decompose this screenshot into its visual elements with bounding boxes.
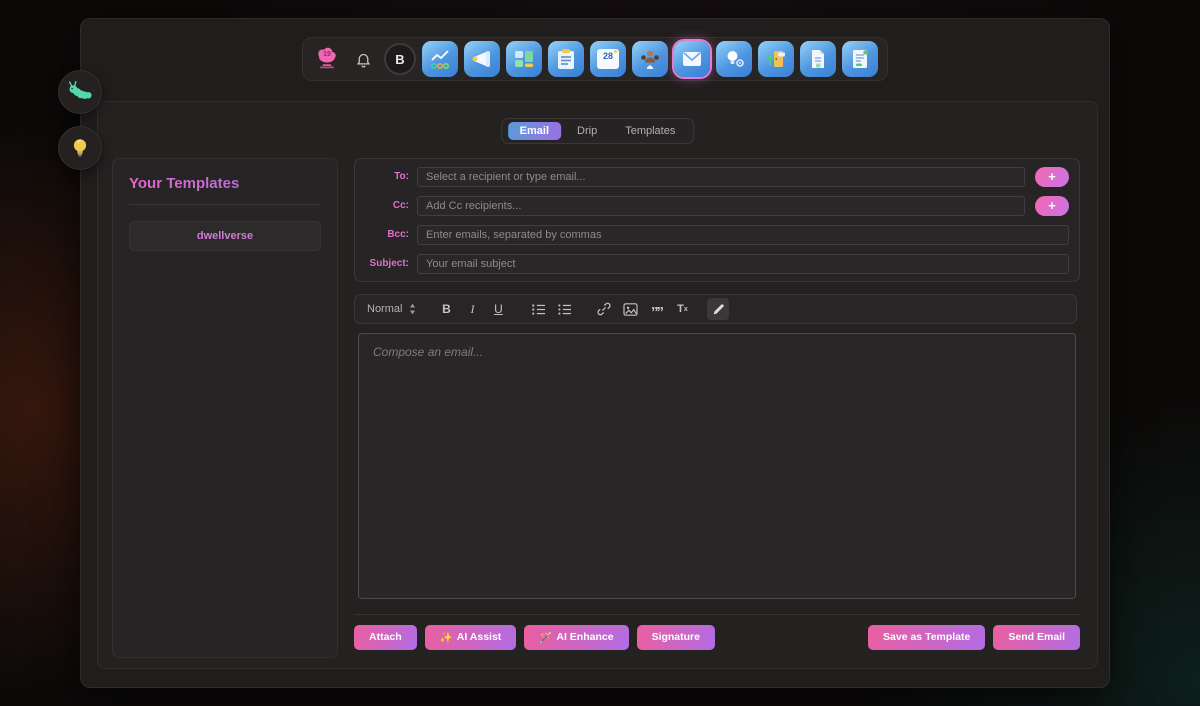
bold-button[interactable]: B xyxy=(435,298,457,320)
add-recipient-button[interactable]: + xyxy=(1035,167,1069,187)
kanban-icon xyxy=(512,47,536,71)
user-avatar-button[interactable]: B xyxy=(384,43,416,75)
underline-button[interactable]: U xyxy=(487,298,509,320)
bcc-input[interactable] xyxy=(417,225,1069,245)
composer-tabs: Email Drip Templates xyxy=(501,118,695,144)
compose-body xyxy=(358,333,1076,599)
lightbulb-gear-icon xyxy=(722,47,746,71)
caterpillar-assistant-button[interactable] xyxy=(58,70,102,114)
bullet-list-icon xyxy=(557,303,572,316)
ai-assist-button[interactable]: ✨ AI Assist xyxy=(425,625,517,650)
subject-label: Subject: xyxy=(355,258,409,269)
app-icon-documents[interactable] xyxy=(800,41,836,77)
sparkles-icon: ✨ xyxy=(440,631,453,644)
door-arrow-icon xyxy=(764,47,788,71)
app-icon-moves[interactable] xyxy=(758,41,794,77)
bullet-list-button[interactable] xyxy=(553,298,575,320)
clipboard-icon xyxy=(554,47,578,71)
send-email-button[interactable]: Send Email xyxy=(993,625,1080,650)
caterpillar-icon xyxy=(65,77,95,107)
brain-icon xyxy=(313,45,341,73)
attach-button[interactable]: Attach xyxy=(354,625,417,650)
document-icon xyxy=(806,47,830,71)
family-icon xyxy=(638,47,662,71)
sidebar-divider xyxy=(129,204,321,205)
tab-templates[interactable]: Templates xyxy=(613,122,687,140)
ideas-lightbulb-button[interactable] xyxy=(58,126,102,170)
app-icon-invoices[interactable] xyxy=(842,41,878,77)
envelope-icon xyxy=(680,47,704,71)
recipient-fields: To: + Cc: + Bcc: Subject: xyxy=(354,158,1080,282)
megaphone-icon xyxy=(470,47,494,71)
to-row: To: + xyxy=(355,162,1079,191)
app-icon-ideas[interactable] xyxy=(716,41,752,77)
add-cc-button[interactable]: + xyxy=(1035,196,1069,216)
blockquote-button[interactable]: ”” xyxy=(645,298,667,320)
notifications-bell-button[interactable] xyxy=(348,44,378,74)
image-icon xyxy=(623,303,638,316)
cc-row: Cc: + xyxy=(355,191,1079,220)
bcc-label: Bcc: xyxy=(355,229,409,240)
subject-input[interactable] xyxy=(417,254,1069,274)
app-window: 19 B xyxy=(80,18,1110,688)
to-input[interactable] xyxy=(417,167,1025,187)
sort-arrows-icon xyxy=(408,303,417,315)
link-button[interactable] xyxy=(593,298,615,320)
app-icon-analytics[interactable] xyxy=(422,41,458,77)
pen-button[interactable] xyxy=(707,298,729,320)
compose-textarea[interactable] xyxy=(359,334,1075,598)
tab-drip[interactable]: Drip xyxy=(565,122,609,140)
save-as-template-button[interactable]: Save as Template xyxy=(868,625,985,650)
cc-label: Cc: xyxy=(355,200,409,211)
insert-image-button[interactable] xyxy=(619,298,641,320)
magic-wand-icon: 🪄 xyxy=(539,631,552,644)
analytics-icon xyxy=(428,47,452,71)
app-icon-marketing[interactable] xyxy=(464,41,500,77)
calendar-icon: 28 xyxy=(597,49,619,69)
tab-email[interactable]: Email xyxy=(508,122,561,140)
link-icon xyxy=(597,302,611,316)
email-workspace-panel: Email Drip Templates Your Templates dwel… xyxy=(97,101,1098,669)
pen-icon xyxy=(712,303,725,316)
composer-footer: Attach ✨ AI Assist 🪄 AI Enhance Signatur… xyxy=(354,624,1080,650)
editor-toolbar: Normal B I U xyxy=(354,294,1077,324)
ordered-list-button[interactable] xyxy=(527,298,549,320)
receipt-icon xyxy=(848,47,872,71)
format-label: Normal xyxy=(367,303,402,315)
clear-formatting-button[interactable]: Tx xyxy=(671,298,693,320)
subject-row: Subject: xyxy=(355,249,1079,278)
ordered-list-icon xyxy=(531,303,546,316)
bell-icon xyxy=(355,51,372,68)
signature-button[interactable]: Signature xyxy=(637,625,715,650)
ai-brain-button[interactable]: 19 xyxy=(312,44,342,74)
to-label: To: xyxy=(355,171,409,182)
bcc-row: Bcc: xyxy=(355,220,1079,249)
format-dropdown[interactable]: Normal xyxy=(367,303,417,315)
app-dock: 19 B xyxy=(302,37,888,81)
app-icon-tasks[interactable] xyxy=(548,41,584,77)
app-icon-board[interactable] xyxy=(506,41,542,77)
templates-sidebar: Your Templates dwellverse xyxy=(112,158,338,658)
template-item-dwellverse[interactable]: dwellverse xyxy=(129,221,321,251)
cc-input[interactable] xyxy=(417,196,1025,216)
avatar-initial: B xyxy=(395,52,404,67)
app-icon-email[interactable] xyxy=(674,41,710,77)
footer-divider xyxy=(354,614,1080,615)
app-icon-contacts[interactable] xyxy=(632,41,668,77)
italic-button[interactable]: I xyxy=(461,298,483,320)
ai-enhance-button[interactable]: 🪄 AI Enhance xyxy=(524,625,628,650)
lightbulb-icon xyxy=(66,134,94,162)
app-icon-calendar[interactable]: 28 xyxy=(590,41,626,77)
sidebar-title: Your Templates xyxy=(129,175,321,192)
